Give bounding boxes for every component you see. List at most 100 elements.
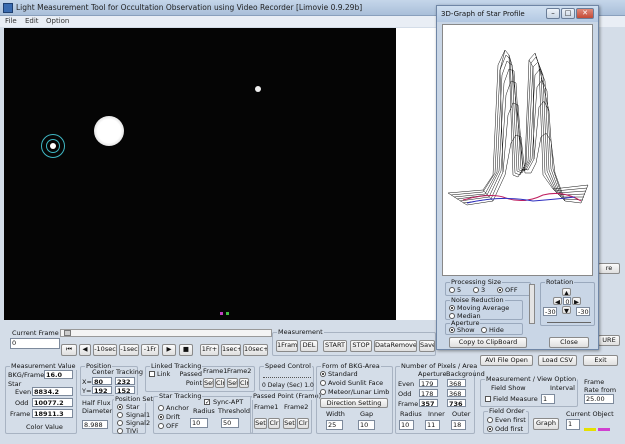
marker-magenta — [220, 312, 223, 315]
data-remove-button[interactable]: DataRemove — [374, 340, 417, 352]
radio-size-5[interactable] — [449, 287, 455, 293]
sync-apt-checkbox[interactable]: ✓ — [204, 399, 210, 406]
rotation-left-field[interactable]: -30 — [543, 307, 557, 316]
width-field[interactable]: 25 — [326, 420, 343, 430]
radio-show[interactable] — [449, 327, 455, 333]
save-button[interactable]: Save — [419, 340, 435, 352]
plus1sec-button[interactable]: 1sec+ — [221, 344, 241, 356]
star-label: Star — [8, 380, 22, 388]
opt-tivi: TIVi — [126, 427, 138, 435]
color-value-label: Color Value — [26, 423, 63, 431]
plus10sec-button[interactable]: 10sec+ — [243, 344, 268, 356]
lt-set2-button[interactable]: Set — [227, 378, 238, 388]
pp-clr2-button[interactable]: Clr — [297, 418, 309, 429]
maximize-button[interactable]: □ — [561, 8, 575, 19]
minimize-button[interactable]: – — [546, 8, 560, 19]
field-measure-checkbox[interactable] — [485, 396, 491, 402]
radio-anchor[interactable] — [158, 405, 164, 411]
radio-moving-average[interactable] — [449, 305, 455, 311]
field-measure-label: Field Measure — [493, 395, 538, 403]
lt-clr2-button[interactable]: Clr — [239, 378, 249, 388]
half-flux-label: Half Flux Diameter — [82, 399, 113, 415]
minus10sec-button[interactable]: -10sec — [93, 344, 117, 356]
del-button[interactable]: DEL — [300, 340, 318, 352]
rotation-slider[interactable] — [547, 320, 591, 323]
menu-edit[interactable]: Edit — [25, 17, 39, 25]
even-first-label: Even first — [495, 416, 526, 424]
load-csv-button[interactable]: Load CSV — [538, 355, 577, 366]
gap-label: Gap — [360, 410, 374, 418]
plus1fr-button[interactable]: 1Fr+ — [200, 344, 219, 356]
radio-signal1[interactable] — [117, 412, 123, 418]
radio-signal2[interactable] — [117, 420, 123, 426]
one-frame-button[interactable]: 1Frame — [276, 340, 298, 352]
start-button[interactable]: START — [323, 340, 347, 352]
popup-close-button[interactable]: Close — [549, 337, 589, 348]
avi-open-button[interactable]: AVI File Open — [480, 355, 533, 366]
current-object-label: Current Object — [566, 410, 614, 418]
odd-first-label: Odd first — [495, 425, 524, 433]
radio-avoid-sunlit[interactable] — [320, 380, 326, 386]
lt-clr1-button[interactable]: Clr — [215, 378, 225, 388]
frame-rate-field[interactable]: 25.00 — [584, 394, 614, 404]
measurement-value-label: Measurement Value — [10, 362, 77, 370]
pp-frame1-label: Frame1 — [254, 403, 279, 411]
first-frame-button[interactable]: ⏮ — [61, 344, 77, 356]
pp-set1-button[interactable]: Set — [254, 418, 267, 429]
odd-label: Odd — [15, 399, 29, 407]
outer-field[interactable]: 18 — [451, 420, 466, 430]
slider-thumb[interactable] — [64, 330, 71, 336]
graph-button[interactable]: Graph — [533, 418, 559, 430]
rotate-down-button[interactable]: ▼ — [562, 306, 571, 314]
radio-tivi[interactable] — [117, 428, 123, 434]
copy-clipboard-button[interactable]: Copy to ClipBoard — [449, 337, 527, 348]
rotate-up-button[interactable]: ▲ — [562, 288, 571, 296]
radio-size-off[interactable] — [497, 287, 503, 293]
close-window-button[interactable]: ✕ — [576, 8, 594, 19]
play-button[interactable]: ▶ — [162, 344, 176, 356]
inner-field[interactable]: 11 — [425, 420, 440, 430]
radio-drift[interactable] — [158, 414, 164, 420]
current-frame-field[interactable]: 0 — [10, 338, 60, 349]
x2-field: 232 — [115, 377, 135, 385]
vertical-scroll[interactable] — [529, 284, 535, 324]
minus1sec-button[interactable]: -1sec — [119, 344, 139, 356]
rotate-left-button[interactable]: ◀ — [553, 297, 562, 305]
radio-odd-first[interactable] — [487, 426, 493, 432]
speed-slider[interactable] — [263, 374, 311, 378]
px-radius-field[interactable]: 10 — [399, 420, 414, 430]
frame-slider[interactable] — [60, 329, 272, 337]
stop-playback-button[interactable]: ■ — [179, 344, 193, 356]
radius-field[interactable]: 10 — [190, 418, 208, 428]
pp-clr1-button[interactable]: Clr — [268, 418, 280, 429]
linked-tracking-label: Linked Tracking — [150, 362, 203, 370]
interval-field[interactable]: 1 — [541, 394, 555, 404]
radio-even-first[interactable] — [487, 417, 493, 423]
radio-star[interactable] — [117, 404, 123, 410]
current-object-field[interactable]: 1 — [566, 419, 580, 430]
link-checkbox[interactable] — [149, 371, 155, 377]
rewind-button[interactable]: ◀ — [79, 344, 91, 356]
radio-size-3[interactable] — [473, 287, 479, 293]
exit-button[interactable]: Exit — [583, 355, 618, 366]
ure-button[interactable]: URE — [598, 335, 620, 346]
threshold-field[interactable]: 50 — [221, 418, 239, 428]
radio-off[interactable] — [158, 423, 164, 429]
ap-even-field: 179 — [419, 379, 438, 387]
menu-file[interactable]: File — [5, 17, 17, 25]
pp-set2-button[interactable]: Set — [283, 418, 296, 429]
radio-meteor[interactable] — [320, 389, 326, 395]
gap-field[interactable]: 10 — [358, 420, 375, 430]
rotation-right-field[interactable]: -30 — [576, 307, 590, 316]
rotate-right-button[interactable]: ▶ — [572, 297, 581, 305]
direction-setting-button[interactable]: Direction Setting — [320, 398, 388, 408]
radio-hide[interactable] — [481, 327, 487, 333]
menu-option[interactable]: Option — [46, 17, 69, 25]
minus1fr-button[interactable]: -1Fr — [141, 344, 159, 356]
radio-standard[interactable] — [320, 371, 326, 377]
lt-set1-button[interactable]: Set — [203, 378, 214, 388]
stop-button[interactable]: STOP — [350, 340, 372, 352]
video-frame[interactable] — [4, 28, 396, 320]
outer-label: Outer — [452, 410, 471, 418]
ure-label[interactable]: re — [598, 263, 620, 274]
